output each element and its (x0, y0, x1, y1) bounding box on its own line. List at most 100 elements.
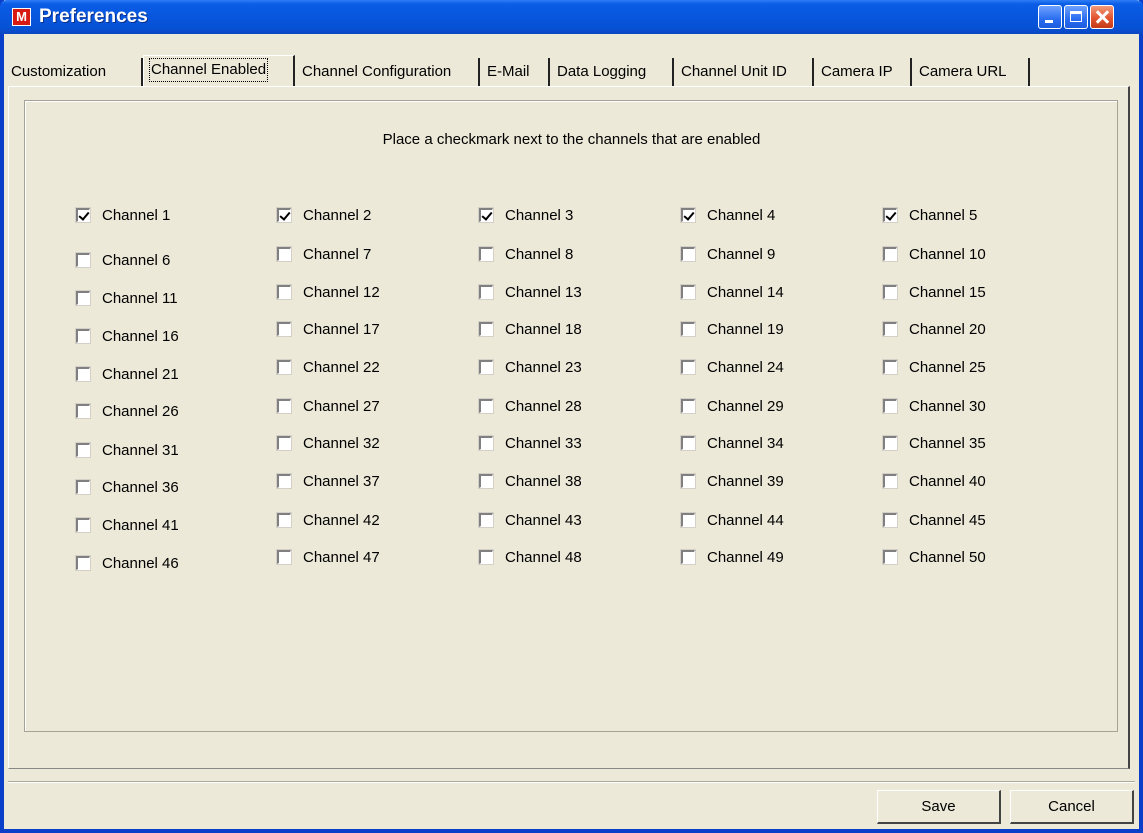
checkbox-unchecked-icon[interactable] (75, 442, 91, 458)
channel-label[interactable]: Channel 15 (909, 284, 986, 301)
checkbox-checked-icon[interactable] (680, 207, 696, 223)
checkbox-unchecked-icon[interactable] (276, 359, 292, 375)
cancel-button[interactable]: Cancel (1010, 790, 1134, 824)
title-bar[interactable]: M Preferences (0, 0, 1143, 34)
channel-checkbox-6[interactable]: Channel 6 (75, 250, 170, 270)
channel-checkbox-32[interactable]: Channel 32 (276, 433, 380, 453)
channel-checkbox-33[interactable]: Channel 33 (478, 433, 582, 453)
checkbox-unchecked-icon[interactable] (680, 549, 696, 565)
maximize-button[interactable] (1064, 5, 1088, 29)
channel-checkbox-34[interactable]: Channel 34 (680, 433, 784, 453)
channel-checkbox-16[interactable]: Channel 16 (75, 326, 179, 346)
channel-label[interactable]: Channel 5 (909, 207, 977, 224)
channel-label[interactable]: Channel 2 (303, 207, 371, 224)
channel-checkbox-36[interactable]: Channel 36 (75, 477, 179, 497)
channel-label[interactable]: Channel 39 (707, 473, 784, 490)
channel-checkbox-19[interactable]: Channel 19 (680, 319, 784, 339)
checkbox-unchecked-icon[interactable] (75, 479, 91, 495)
channel-label[interactable]: Channel 4 (707, 207, 775, 224)
channel-label[interactable]: Channel 11 (102, 290, 178, 307)
channel-label[interactable]: Channel 12 (303, 284, 380, 301)
channel-label[interactable]: Channel 14 (707, 284, 784, 301)
checkbox-unchecked-icon[interactable] (276, 284, 292, 300)
channel-label[interactable]: Channel 44 (707, 512, 784, 529)
channel-label[interactable]: Channel 43 (505, 512, 582, 529)
channel-label[interactable]: Channel 25 (909, 359, 986, 376)
checkbox-unchecked-icon[interactable] (680, 359, 696, 375)
channel-label[interactable]: Channel 18 (505, 321, 582, 338)
channel-label[interactable]: Channel 3 (505, 207, 573, 224)
checkbox-checked-icon[interactable] (478, 207, 494, 223)
checkbox-unchecked-icon[interactable] (680, 246, 696, 262)
channel-label[interactable]: Channel 20 (909, 321, 986, 338)
channel-label[interactable]: Channel 35 (909, 435, 986, 452)
checkbox-unchecked-icon[interactable] (75, 517, 91, 533)
checkbox-unchecked-icon[interactable] (276, 549, 292, 565)
tab-camera-url[interactable]: Camera URL (912, 58, 1030, 86)
checkbox-unchecked-icon[interactable] (478, 398, 494, 414)
channel-label[interactable]: Channel 47 (303, 549, 380, 566)
checkbox-unchecked-icon[interactable] (276, 512, 292, 528)
channel-checkbox-46[interactable]: Channel 46 (75, 553, 179, 573)
channel-label[interactable]: Channel 22 (303, 359, 380, 376)
channel-checkbox-27[interactable]: Channel 27 (276, 396, 380, 416)
checkbox-unchecked-icon[interactable] (276, 435, 292, 451)
checkbox-unchecked-icon[interactable] (75, 290, 91, 306)
channel-label[interactable]: Channel 10 (909, 246, 986, 263)
checkbox-unchecked-icon[interactable] (75, 403, 91, 419)
channel-checkbox-44[interactable]: Channel 44 (680, 510, 784, 530)
channel-checkbox-10[interactable]: Channel 10 (882, 244, 986, 264)
tab-customization[interactable]: Customization (4, 58, 143, 86)
channel-checkbox-29[interactable]: Channel 29 (680, 396, 784, 416)
channel-checkbox-8[interactable]: Channel 8 (478, 244, 573, 264)
tab-channel-configuration[interactable]: Channel Configuration (295, 58, 480, 86)
save-button[interactable]: Save (877, 790, 1001, 824)
channel-label[interactable]: Channel 37 (303, 473, 380, 490)
channel-checkbox-45[interactable]: Channel 45 (882, 510, 986, 530)
channel-label[interactable]: Channel 8 (505, 246, 573, 263)
channel-label[interactable]: Channel 17 (303, 321, 380, 338)
channel-label[interactable]: Channel 16 (102, 328, 179, 345)
checkbox-checked-icon[interactable] (882, 207, 898, 223)
channel-label[interactable]: Channel 41 (102, 517, 179, 534)
channel-label[interactable]: Channel 26 (102, 403, 179, 420)
checkbox-unchecked-icon[interactable] (882, 246, 898, 262)
checkbox-unchecked-icon[interactable] (75, 366, 91, 382)
channel-label[interactable]: Channel 23 (505, 359, 582, 376)
checkbox-unchecked-icon[interactable] (478, 435, 494, 451)
channel-checkbox-47[interactable]: Channel 47 (276, 547, 380, 567)
channel-checkbox-48[interactable]: Channel 48 (478, 547, 582, 567)
channel-checkbox-17[interactable]: Channel 17 (276, 319, 380, 339)
channel-label[interactable]: Channel 49 (707, 549, 784, 566)
channel-checkbox-2[interactable]: Channel 2 (276, 205, 371, 225)
checkbox-unchecked-icon[interactable] (680, 435, 696, 451)
channel-checkbox-5[interactable]: Channel 5 (882, 205, 977, 225)
checkbox-unchecked-icon[interactable] (478, 284, 494, 300)
channel-label[interactable]: Channel 33 (505, 435, 582, 452)
checkbox-unchecked-icon[interactable] (882, 435, 898, 451)
channel-label[interactable]: Channel 24 (707, 359, 784, 376)
channel-label[interactable]: Channel 36 (102, 479, 179, 496)
channel-checkbox-18[interactable]: Channel 18 (478, 319, 582, 339)
tab-channel-enabled[interactable]: Channel Enabled (143, 55, 295, 86)
checkbox-unchecked-icon[interactable] (882, 398, 898, 414)
channel-checkbox-1[interactable]: Channel 1 (75, 205, 170, 225)
checkbox-unchecked-icon[interactable] (276, 321, 292, 337)
channel-checkbox-35[interactable]: Channel 35 (882, 433, 986, 453)
channel-label[interactable]: Channel 48 (505, 549, 582, 566)
channel-label[interactable]: Channel 31 (102, 442, 179, 459)
channel-checkbox-15[interactable]: Channel 15 (882, 282, 986, 302)
checkbox-unchecked-icon[interactable] (276, 473, 292, 489)
tab-email[interactable]: E-Mail (480, 58, 550, 86)
channel-checkbox-49[interactable]: Channel 49 (680, 547, 784, 567)
checkbox-unchecked-icon[interactable] (478, 321, 494, 337)
channel-label[interactable]: Channel 13 (505, 284, 582, 301)
channel-label[interactable]: Channel 21 (102, 366, 179, 383)
checkbox-unchecked-icon[interactable] (882, 284, 898, 300)
channel-label[interactable]: Channel 27 (303, 398, 380, 415)
channel-label[interactable]: Channel 40 (909, 473, 986, 490)
channel-label[interactable]: Channel 46 (102, 555, 179, 572)
channel-checkbox-24[interactable]: Channel 24 (680, 357, 784, 377)
channel-checkbox-13[interactable]: Channel 13 (478, 282, 582, 302)
channel-label[interactable]: Channel 30 (909, 398, 986, 415)
